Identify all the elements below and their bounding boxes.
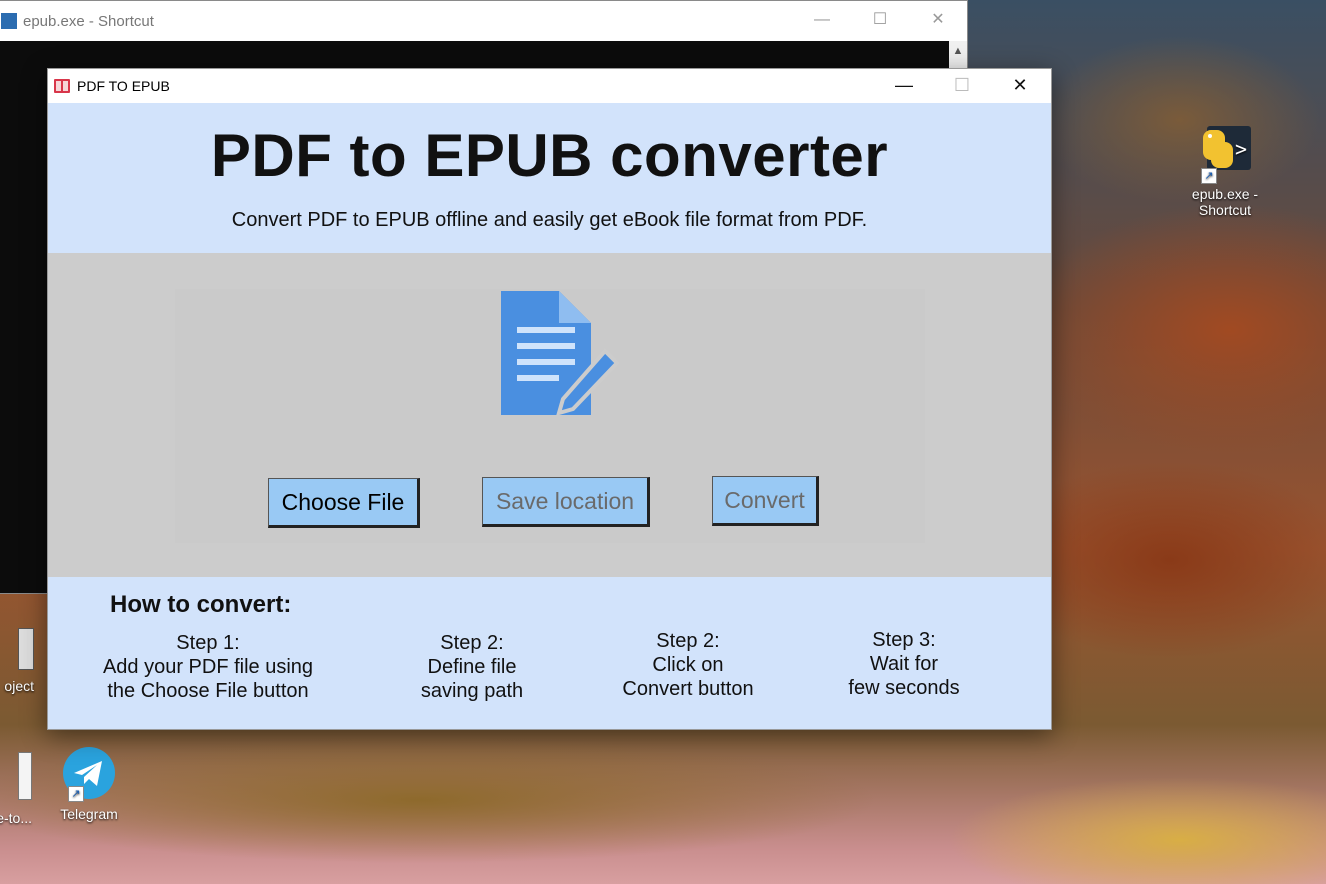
step-text: few seconds	[848, 677, 960, 699]
step-title: Step 2:	[440, 632, 504, 654]
header-section: PDF to EPUB converter Convert PDF to EPU…	[48, 103, 1051, 253]
step-text: the Choose File button	[107, 680, 309, 702]
desktop-icon-project[interactable]: oject	[0, 628, 34, 694]
book-icon	[53, 77, 71, 95]
step-title: Step 2:	[656, 630, 720, 652]
app-title: PDF TO EPUB	[77, 78, 170, 94]
scroll-up-icon[interactable]: ▲	[949, 41, 967, 61]
step-1: Step 1: Add your PDF file using the Choo…	[88, 631, 328, 703]
step-title: Step 3:	[872, 629, 936, 651]
step-text: saving path	[420, 680, 524, 702]
step-2: Step 2: Define file saving path	[402, 631, 542, 703]
svg-text:>: >	[1235, 137, 1247, 161]
desktop-icon-label: oject	[4, 678, 34, 694]
step-text: Add your PDF file using	[102, 656, 314, 678]
python-console-icon: > ↗	[1197, 122, 1253, 184]
convert-button[interactable]: Convert	[712, 476, 819, 526]
folder-icon	[18, 628, 34, 670]
minimize-button[interactable]: —	[793, 1, 851, 41]
converter-section: Choose File Save location Convert	[48, 253, 1051, 577]
pdf-to-epub-window[interactable]: PDF TO EPUB — ☐ ✕ PDF to EPUB converter …	[47, 68, 1052, 730]
step-3: Step 2: Click on Convert button	[608, 629, 768, 701]
step-text: Define file	[427, 656, 517, 678]
document-edit-icon	[501, 291, 620, 422]
file-icon	[18, 752, 32, 800]
shortcut-arrow-icon: ↗	[68, 786, 84, 802]
step-text: Wait for	[869, 653, 939, 675]
app-titlebar[interactable]: PDF TO EPUB — ☐ ✕	[48, 69, 1051, 103]
close-button[interactable]: ✕	[991, 69, 1049, 103]
close-button[interactable]: ✕	[909, 1, 967, 41]
howto-section: How to convert: Step 1: Add your PDF fil…	[48, 577, 1051, 729]
desktop-icon-epub-shortcut[interactable]: > ↗ epub.exe - Shortcut	[1182, 122, 1268, 218]
minimize-button[interactable]: —	[875, 69, 933, 103]
step-4: Step 3: Wait for few seconds	[834, 628, 974, 700]
choose-file-button[interactable]: Choose File	[268, 478, 420, 528]
step-text: Click on	[652, 654, 724, 676]
step-text: Convert button	[622, 678, 754, 700]
howto-heading: How to convert:	[110, 591, 292, 618]
desktop-icon-label: Telegram	[60, 806, 118, 822]
console-titlebar[interactable]: epub.exe - Shortcut — ☐ ✕	[0, 1, 967, 41]
maximize-button[interactable]: ☐	[851, 1, 909, 41]
maximize-button[interactable]: ☐	[933, 69, 991, 103]
desktop-icon-label: e-to...	[0, 810, 32, 826]
desktop-icon-label: epub.exe -	[1191, 186, 1259, 202]
telegram-icon: ↗	[62, 746, 116, 802]
console-title: epub.exe - Shortcut	[23, 12, 154, 30]
desktop-icon-label: Shortcut	[1198, 202, 1252, 218]
step-title: Step 1:	[176, 632, 240, 654]
shortcut-arrow-icon: ↗	[1201, 168, 1217, 184]
desktop-icon-file[interactable]: e-to...	[0, 752, 32, 826]
page-subtitle: Convert PDF to EPUB offline and easily g…	[231, 209, 868, 231]
page-title: PDF to EPUB converter	[210, 122, 889, 189]
desktop-icon-telegram[interactable]: ↗ Telegram	[46, 746, 132, 822]
save-location-button[interactable]: Save location	[482, 477, 650, 527]
console-app-icon	[1, 13, 17, 29]
